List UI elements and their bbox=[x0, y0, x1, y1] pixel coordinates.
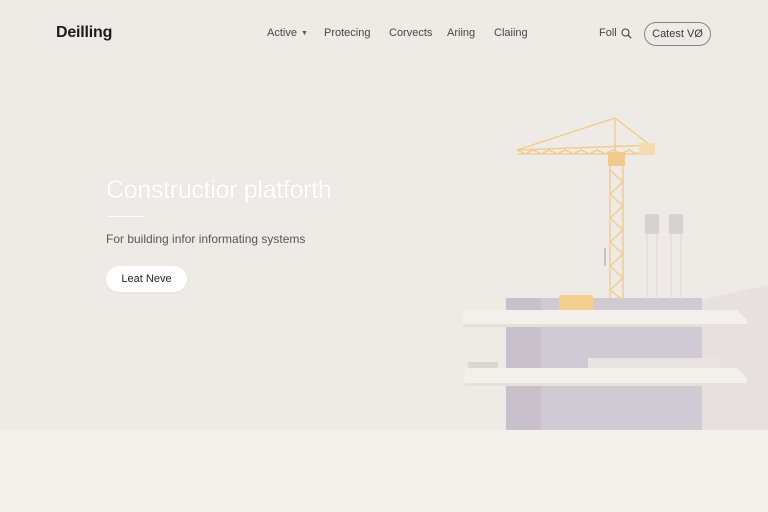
nav-item-protecing[interactable]: Protecing bbox=[324, 27, 370, 39]
floor-slab-lower-edge bbox=[465, 383, 747, 386]
contact-button[interactable]: Catest VØ bbox=[644, 22, 711, 46]
chevron-down-icon: ▼ bbox=[300, 29, 308, 37]
header-link[interactable]: Foll bbox=[599, 27, 617, 39]
pillar-right bbox=[670, 230, 682, 300]
nav-item-corvects[interactable]: Corvects bbox=[389, 27, 432, 39]
logo[interactable]: Deilling bbox=[56, 24, 112, 42]
crane-counterweight bbox=[639, 143, 655, 155]
shadow-ramp bbox=[700, 285, 768, 430]
hero-subtitle: For building infor informating systems bbox=[106, 232, 306, 246]
floor-slab-upper-edge bbox=[463, 324, 747, 327]
nav-item-label: Protecing bbox=[324, 27, 371, 39]
floor-slab-lower bbox=[465, 368, 747, 385]
pillar-left bbox=[646, 230, 658, 300]
hero-divider bbox=[107, 216, 145, 217]
nav-item-ariing[interactable]: Ariing bbox=[447, 27, 475, 39]
small-block-left bbox=[468, 362, 498, 368]
crane-mast bbox=[608, 160, 624, 301]
floor-slab-upper bbox=[463, 310, 747, 326]
nav-item-label: Ariing bbox=[447, 27, 476, 39]
nav-item-label: Active bbox=[267, 27, 297, 39]
learn-more-button[interactable]: Leat Neve bbox=[106, 266, 187, 292]
pillar-right-cap bbox=[669, 214, 683, 234]
mid-block bbox=[588, 358, 721, 368]
search-icon[interactable] bbox=[621, 28, 632, 39]
nav-item-active[interactable]: Active ▼ bbox=[267, 27, 308, 39]
hero-title: Constructior platforth bbox=[106, 176, 332, 204]
nav-item-label: Claiing bbox=[494, 27, 528, 39]
nav-item-label: Corvects bbox=[389, 27, 433, 39]
crane-jib bbox=[516, 117, 656, 155]
nav-item-claiing[interactable]: Claiing bbox=[494, 27, 528, 39]
pillar-left-cap bbox=[645, 214, 659, 234]
roof-block bbox=[559, 295, 593, 310]
construction-illustration bbox=[463, 117, 768, 430]
footer-band bbox=[0, 430, 768, 512]
